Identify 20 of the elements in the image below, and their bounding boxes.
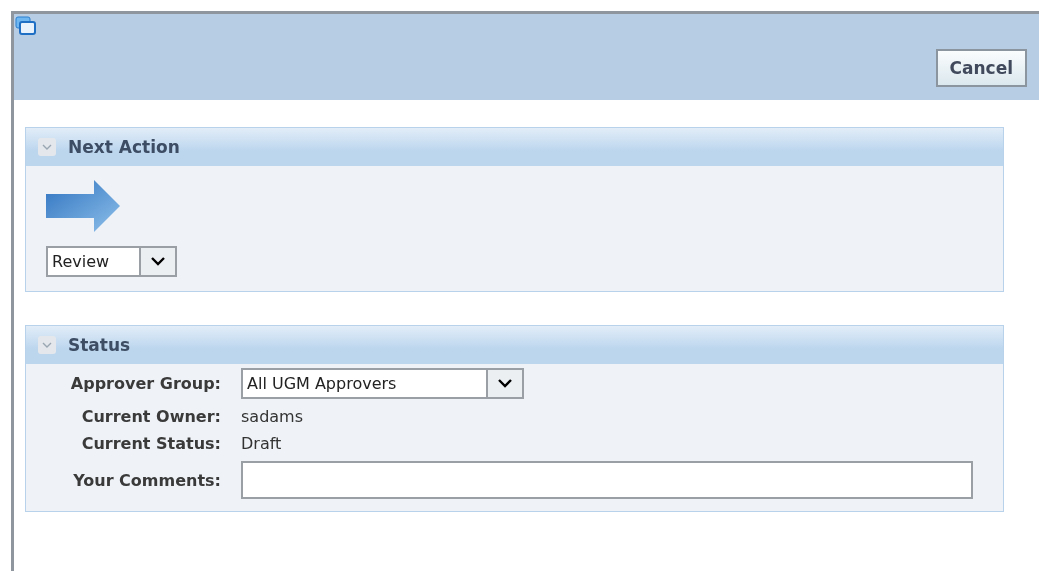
windows-icon [15, 16, 37, 36]
collapse-toggle[interactable] [38, 138, 56, 156]
comments-field[interactable] [241, 461, 973, 499]
field-value: Draft [241, 434, 283, 453]
chevron-icon [42, 143, 52, 151]
field-label: Your Comments: [72, 470, 221, 490]
chevron-down-icon [151, 257, 165, 266]
action-dropdown[interactable]: Review [46, 246, 177, 277]
field-label: Current Status: [80, 434, 221, 453]
field-label: Approver Group: [69, 374, 221, 393]
section-title: Status [68, 335, 131, 355]
chevron-down-icon [498, 379, 512, 388]
collapse-toggle[interactable] [38, 336, 56, 354]
chevron-icon [42, 341, 52, 349]
cancel-button[interactable]: Cancel [935, 49, 1027, 87]
field-label: Current Owner: [80, 407, 221, 426]
arrow-icon [46, 180, 122, 232]
approver-group-dropdown[interactable]: All UGM Approvers [241, 368, 524, 399]
section-title: Next Action [68, 137, 180, 157]
field-value: sadams [241, 407, 305, 426]
